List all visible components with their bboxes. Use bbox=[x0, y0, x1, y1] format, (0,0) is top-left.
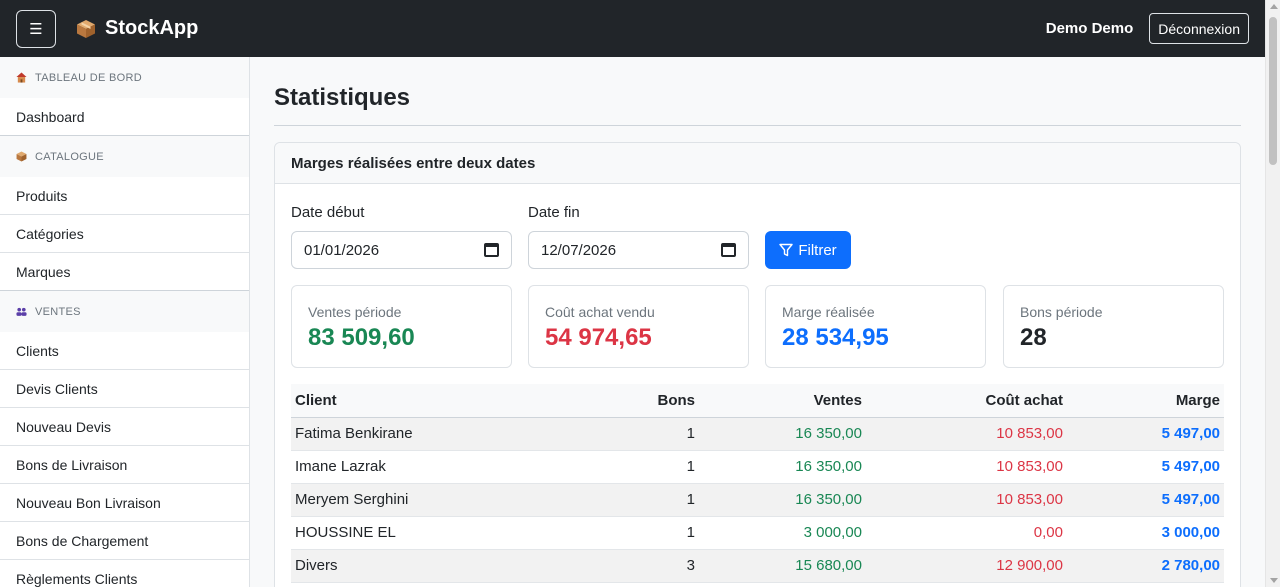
package-icon bbox=[77, 19, 95, 38]
sidebar-toggle-button[interactable]: ☰ bbox=[16, 9, 56, 48]
column-header-marge[interactable]: Marge bbox=[1067, 384, 1224, 418]
cell-ventes: 16 350,00 bbox=[699, 417, 866, 451]
sidebar-item-marques[interactable]: Marques bbox=[0, 253, 249, 291]
stat-value: 54 974,65 bbox=[545, 324, 652, 351]
margins-table: Client Bons Ventes Coût achat Marge Fati… bbox=[291, 384, 1224, 583]
sidebar-section-ventes: VENTES bbox=[0, 291, 249, 332]
page-scrollbar[interactable] bbox=[1265, 0, 1280, 587]
date-start-value: 01/01/2026 bbox=[304, 241, 380, 259]
user-name: Demo Demo bbox=[1045, 20, 1134, 37]
title-divider bbox=[274, 125, 1241, 126]
scroll-thumb[interactable] bbox=[1269, 17, 1277, 165]
sidebar: TABLEAU DE BORD Dashboard CATALOGUE Prod… bbox=[0, 57, 250, 587]
sidebar-item-devis-clients[interactable]: Devis Clients bbox=[0, 370, 249, 408]
date-start-label: Date début bbox=[291, 204, 365, 221]
cell-bons: 1 bbox=[531, 417, 699, 451]
brand[interactable]: StockApp bbox=[76, 17, 198, 40]
cell-bons: 1 bbox=[531, 450, 699, 484]
card-title: Marges réalisées entre deux dates bbox=[275, 143, 1240, 184]
column-header-ventes[interactable]: Ventes bbox=[699, 384, 866, 418]
stat-value: 28 bbox=[1020, 324, 1047, 351]
stat-value: 83 509,60 bbox=[308, 324, 415, 351]
stat-card-ventes: Ventes période 83 509,60 bbox=[291, 285, 512, 368]
cell-marge: 5 497,00 bbox=[1067, 483, 1224, 517]
cell-marge: 5 497,00 bbox=[1067, 450, 1224, 484]
cell-cout-achat: 10 853,00 bbox=[866, 483, 1067, 517]
sidebar-item-dashboard[interactable]: Dashboard bbox=[0, 98, 249, 136]
column-header-bons[interactable]: Bons bbox=[531, 384, 699, 418]
cell-client: Divers bbox=[291, 549, 531, 583]
date-end-value: 12/07/2026 bbox=[541, 241, 617, 259]
sidebar-section-catalogue: CATALOGUE bbox=[0, 136, 249, 177]
cell-bons: 1 bbox=[531, 483, 699, 517]
cell-cout-achat: 12 900,00 bbox=[866, 549, 1067, 583]
sidebar-section-dashboard: TABLEAU DE BORD bbox=[0, 57, 249, 98]
cell-ventes: 16 350,00 bbox=[699, 483, 866, 517]
stat-label: Ventes période bbox=[308, 304, 402, 320]
table-row: Fatima Benkirane 1 16 350,00 10 853,00 5… bbox=[291, 417, 1224, 451]
cell-bons: 3 bbox=[531, 549, 699, 583]
date-start-input[interactable]: 01/01/2026 bbox=[291, 231, 512, 269]
users-icon bbox=[16, 307, 27, 316]
house-icon bbox=[16, 72, 27, 83]
sidebar-item-produits[interactable]: Produits bbox=[0, 177, 249, 215]
column-header-client[interactable]: Client bbox=[291, 384, 531, 418]
sidebar-item-nouveau-devis[interactable]: Nouveau Devis bbox=[0, 408, 249, 446]
date-end-label: Date fin bbox=[528, 204, 580, 221]
sidebar-item-clients[interactable]: Clients bbox=[0, 332, 249, 370]
cell-client: Fatima Benkirane bbox=[291, 417, 531, 451]
cell-ventes: 15 680,00 bbox=[699, 549, 866, 583]
stat-card-marge: Marge réalisée 28 534,95 bbox=[765, 285, 986, 368]
cell-marge: 5 497,00 bbox=[1067, 417, 1224, 451]
sidebar-item-reglements-clients[interactable]: Règlements Clients bbox=[0, 560, 249, 587]
calendar-icon[interactable] bbox=[721, 243, 736, 257]
stat-label: Marge réalisée bbox=[782, 304, 875, 320]
cell-marge: 3 000,00 bbox=[1067, 516, 1224, 550]
sidebar-section-label: TABLEAU DE BORD bbox=[35, 71, 142, 84]
scroll-down-arrow-icon[interactable] bbox=[1270, 578, 1278, 583]
stat-card-cout-achat: Coût achat vendu 54 974,65 bbox=[528, 285, 749, 368]
cell-cout-achat: 10 853,00 bbox=[866, 417, 1067, 451]
date-end-input[interactable]: 12/07/2026 bbox=[528, 231, 749, 269]
brand-name: StockApp bbox=[105, 17, 199, 39]
cell-bons: 1 bbox=[531, 516, 699, 550]
filter-button[interactable]: Filtrer bbox=[765, 231, 851, 269]
funnel-icon bbox=[779, 243, 794, 257]
hamburger-icon: ☰ bbox=[29, 20, 43, 38]
top-navbar: ☰ StockApp Demo Demo Déconnexion bbox=[0, 0, 1265, 57]
table-header-row: Client Bons Ventes Coût achat Marge bbox=[291, 384, 1224, 418]
cell-client: Meryem Serghini bbox=[291, 483, 531, 517]
cell-client: HOUSSINE EL bbox=[291, 516, 531, 550]
cell-marge: 2 780,00 bbox=[1067, 549, 1224, 583]
column-header-cout-achat[interactable]: Coût achat bbox=[866, 384, 1067, 418]
scroll-up-arrow-icon[interactable] bbox=[1270, 4, 1278, 9]
calendar-icon[interactable] bbox=[484, 243, 499, 257]
cell-client: Imane Lazrak bbox=[291, 450, 531, 484]
sidebar-item-categories[interactable]: Catégories bbox=[0, 215, 249, 253]
cell-cout-achat: 0,00 bbox=[866, 516, 1067, 550]
stat-card-bons: Bons période 28 bbox=[1003, 285, 1224, 368]
sidebar-item-nouveau-bon-livraison[interactable]: Nouveau Bon Livraison bbox=[0, 484, 249, 522]
cell-ventes: 3 000,00 bbox=[699, 516, 866, 550]
table-row: HOUSSINE EL 1 3 000,00 0,00 3 000,00 bbox=[291, 516, 1224, 550]
stat-label: Bons période bbox=[1020, 304, 1103, 320]
table-row: Divers 3 15 680,00 12 900,00 2 780,00 bbox=[291, 549, 1224, 583]
sidebar-item-bons-chargement[interactable]: Bons de Chargement bbox=[0, 522, 249, 560]
cell-ventes: 16 350,00 bbox=[699, 450, 866, 484]
filter-label: Filtrer bbox=[798, 241, 837, 259]
sidebar-section-label: CATALOGUE bbox=[35, 150, 104, 163]
table-row: Imane Lazrak 1 16 350,00 10 853,00 5 497… bbox=[291, 450, 1224, 484]
main-content: Statistiques Marges réalisées entre deux… bbox=[274, 57, 1241, 587]
sidebar-section-label: VENTES bbox=[35, 305, 81, 318]
sidebar-item-bons-livraison[interactable]: Bons de Livraison bbox=[0, 446, 249, 484]
stat-value: 28 534,95 bbox=[782, 324, 889, 351]
page-title: Statistiques bbox=[274, 84, 411, 111]
table-row: Meryem Serghini 1 16 350,00 10 853,00 5 … bbox=[291, 483, 1224, 517]
stat-label: Coût achat vendu bbox=[545, 304, 655, 320]
cell-cout-achat: 10 853,00 bbox=[866, 450, 1067, 484]
package-icon bbox=[16, 151, 27, 162]
logout-button[interactable]: Déconnexion bbox=[1149, 13, 1249, 44]
margins-card: Marges réalisées entre deux dates Date d… bbox=[274, 142, 1241, 587]
